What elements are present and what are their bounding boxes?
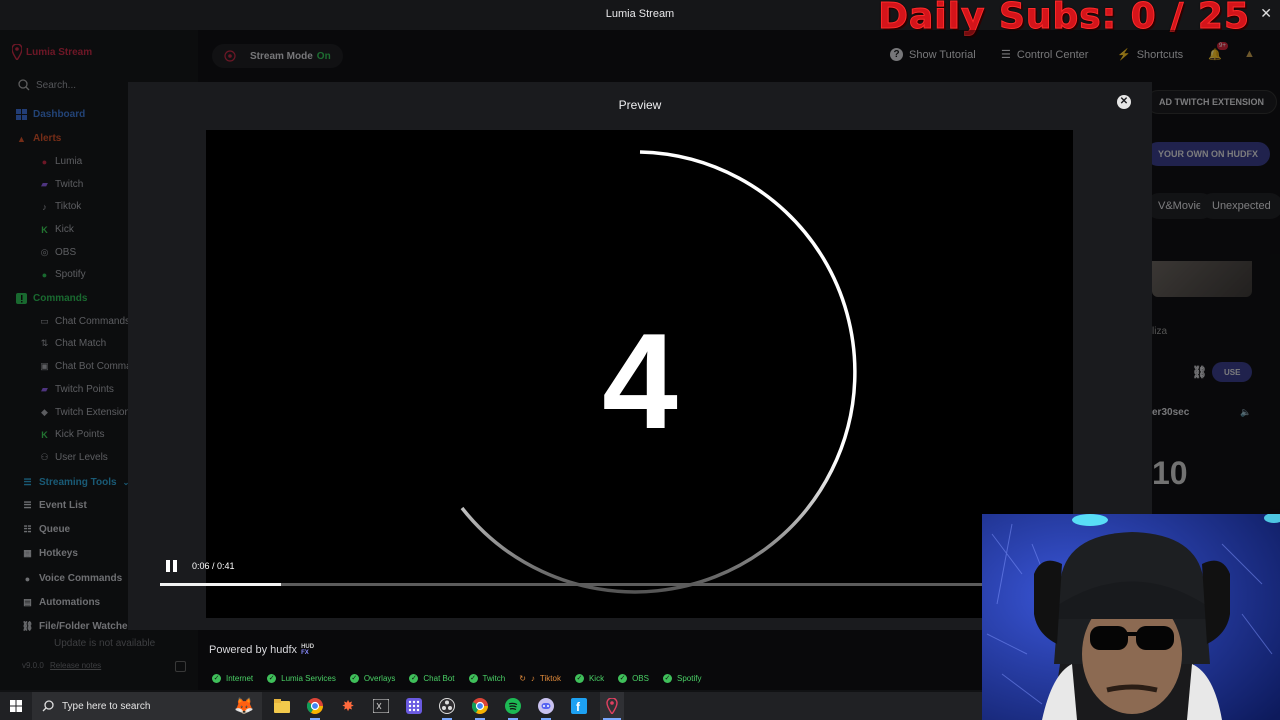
status-label: Spotify [676, 673, 702, 683]
modal-title: Preview [618, 98, 662, 112]
video-progress-bar[interactable] [160, 583, 992, 586]
search-icon [42, 700, 54, 712]
check-icon: ✓ [618, 673, 628, 683]
webcam-feed [982, 514, 1280, 720]
window-close-button[interactable]: ✕ [1260, 5, 1272, 22]
search-highlight-icon: 🦊 [234, 698, 254, 715]
terminal-icon[interactable] [369, 692, 393, 720]
status-label: Lumia Services [281, 673, 336, 683]
windows-logo-icon [10, 700, 22, 712]
file-explorer-icon[interactable] [270, 692, 294, 720]
status-kick[interactable]: ✓ Kick [574, 673, 605, 683]
title-bar: Lumia Stream Daily Subs: 0 / 25 ✕ [0, 0, 1280, 38]
start-button[interactable] [0, 700, 32, 712]
taskbar-search-input[interactable]: Type here to search 🦊 [32, 692, 262, 720]
check-icon: ✓ [468, 673, 478, 683]
status-obs[interactable]: ✓ OBS [618, 673, 649, 683]
countdown-digit: 4 [602, 305, 678, 457]
check-icon: ✓ [574, 673, 584, 683]
app-root: Lumia Stream Daily Subs: 0 / 25 ✕ Lumia … [0, 0, 1280, 720]
countdown-ring: 4 [460, 150, 857, 594]
status-label: Tiktok [539, 673, 561, 683]
check-icon: ✓ [662, 673, 672, 683]
obs-icon[interactable] [435, 692, 459, 720]
windows-taskbar: Type here to search 🦊 ✸ f [0, 692, 982, 720]
chrome-icon[interactable] [303, 692, 327, 720]
taskbar-apps: ✸ f [270, 692, 624, 720]
status-label: OBS [632, 673, 649, 683]
status-label: Overlays [363, 673, 396, 683]
check-icon: ✓ [409, 673, 419, 683]
status-tiktok[interactable]: ↻ ♪ Tiktok [519, 674, 561, 683]
hudfx-logo: HUD FX [301, 644, 314, 656]
pause-bar-right [173, 560, 177, 572]
webcam-image [982, 514, 1280, 720]
powered-by-hudfx[interactable]: Powered by hudfx HUD FX [209, 644, 314, 656]
pause-bar-left [166, 560, 170, 572]
status-label: Kick [588, 673, 605, 683]
grid-app-icon[interactable] [402, 692, 426, 720]
spotify-icon[interactable] [501, 692, 525, 720]
reconnect-icon: ↻ [519, 673, 526, 683]
connection-status-bar: ✓ Internet ✓ Lumia Services ✓ Overlays ✓ Cha… [198, 668, 988, 688]
check-icon: ✓ [212, 673, 221, 683]
app-star-icon[interactable]: ✸ [336, 692, 360, 720]
close-modal-button[interactable]: ✕ [1117, 95, 1131, 109]
video-player[interactable]: 4 0:06 / 0:41 [160, 130, 1073, 618]
status-spotify[interactable]: ✓ Spotify [662, 673, 702, 683]
facebook-icon[interactable]: f [567, 692, 591, 720]
status-twitch[interactable]: ✓ Twitch [468, 673, 506, 683]
status-label: Twitch [482, 673, 506, 683]
lumia-pin-icon[interactable] [600, 692, 624, 720]
status-label: Internet [226, 673, 254, 683]
discord-icon[interactable] [534, 692, 558, 720]
pause-button[interactable] [166, 560, 178, 572]
taskbar-search-placeholder: Type here to search [62, 700, 151, 712]
video-progress-fill [160, 583, 282, 586]
chrome-icon[interactable] [468, 692, 492, 720]
video-time: 0:06 / 0:41 [192, 561, 235, 571]
tiktok-icon: ♪ [530, 673, 535, 683]
check-icon: ✓ [349, 673, 359, 683]
status-chat-bot[interactable]: ✓ Chat Bot [409, 673, 455, 683]
hudfx-logo-bottom: FX [301, 650, 309, 656]
powered-by-label: Powered by hudfx [209, 644, 298, 656]
check-icon: ✓ [267, 673, 277, 683]
video-controls: 0:06 / 0:41 [138, 550, 992, 590]
status-internet[interactable]: ✓ Internet [212, 673, 254, 683]
status-lumia-services[interactable]: ✓ Lumia Services [267, 673, 336, 683]
status-overlays[interactable]: ✓ Overlays [349, 673, 396, 683]
status-label: Chat Bot [423, 673, 455, 683]
